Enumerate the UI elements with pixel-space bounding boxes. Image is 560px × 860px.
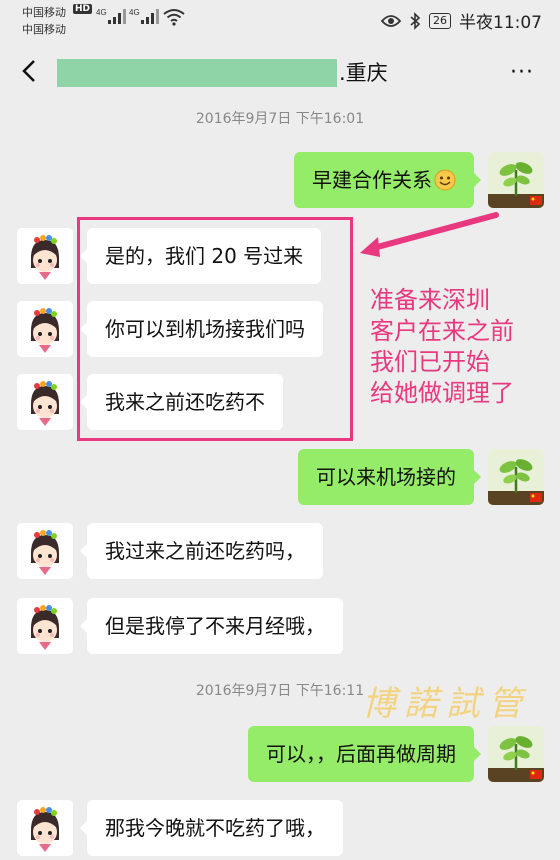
annotation-line: 我们已开始 bbox=[370, 348, 490, 376]
message-text: 但是我停了不来月经哦， bbox=[105, 614, 325, 638]
network-type-label: 4G bbox=[96, 8, 107, 17]
eye-icon bbox=[381, 14, 401, 27]
girl-avatar-icon bbox=[17, 523, 73, 579]
message-text: 早建合作关系 bbox=[312, 168, 432, 192]
girl-avatar-icon bbox=[17, 374, 73, 430]
contact-avatar[interactable] bbox=[17, 228, 73, 284]
message-text: 可以来机场接的 bbox=[316, 465, 456, 489]
contact-avatar[interactable] bbox=[17, 374, 73, 430]
chat-title: .重庆 bbox=[339, 61, 388, 85]
clock: 半夜11:07 bbox=[459, 13, 542, 33]
annotation-line: 给她做调理了 bbox=[370, 379, 514, 407]
received-message[interactable]: 那我今晚就不吃药了哦， bbox=[80, 800, 343, 856]
contact-avatar[interactable] bbox=[17, 598, 73, 654]
annotation-arrow-icon bbox=[360, 212, 499, 257]
my-avatar[interactable] bbox=[488, 152, 544, 208]
battery-icon: 26 bbox=[429, 12, 451, 29]
hd-badge: HD bbox=[73, 4, 93, 14]
timestamp: 2016年9月7日 下午16:01 bbox=[195, 111, 365, 127]
highlight-box bbox=[77, 217, 353, 441]
annotation-text: 准备来深圳 客户在来之前 我们已开始 给她做调理了 bbox=[370, 285, 514, 409]
carrier-label-2: 中国移动 bbox=[22, 23, 66, 36]
contact-avatar[interactable] bbox=[17, 800, 73, 856]
plant-avatar-icon bbox=[488, 449, 544, 505]
girl-avatar-icon bbox=[17, 800, 73, 856]
girl-avatar-icon bbox=[17, 228, 73, 284]
annotation-line: 客户在来之前 bbox=[370, 317, 514, 345]
annotation-line: 准备来深圳 bbox=[370, 286, 490, 314]
carrier-label: 中国移动 bbox=[22, 6, 66, 19]
status-bar: 中国移动 HD 中国移动 4G 4G 26 半夜11:07 bbox=[0, 0, 560, 40]
message-text: 我过来之前还吃药吗， bbox=[105, 539, 305, 563]
signal-icon-2: 4G bbox=[129, 8, 159, 24]
plant-avatar-icon bbox=[488, 726, 544, 782]
received-message[interactable]: 我过来之前还吃药吗， bbox=[80, 523, 323, 579]
message-text: 可以，，后面再做周期 bbox=[266, 742, 456, 766]
redacted-contact-name bbox=[57, 59, 337, 87]
network-type-label-2: 4G bbox=[129, 8, 140, 17]
my-avatar[interactable] bbox=[488, 449, 544, 505]
wifi-icon bbox=[163, 9, 185, 26]
my-avatar[interactable] bbox=[488, 726, 544, 782]
contact-avatar[interactable] bbox=[17, 301, 73, 357]
watermark-text: 博諾試管 bbox=[362, 684, 530, 724]
more-options-icon[interactable]: ··· bbox=[510, 62, 534, 84]
received-message[interactable]: 但是我停了不来月经哦， bbox=[80, 598, 343, 654]
chat-header: .重庆 ··· bbox=[0, 40, 560, 104]
sent-message[interactable]: 可以，，后面再做周期 bbox=[248, 726, 481, 782]
plant-avatar-icon bbox=[488, 152, 544, 208]
message-text: 那我今晚就不吃药了哦， bbox=[105, 816, 325, 840]
bluetooth-icon bbox=[410, 11, 421, 30]
girl-avatar-icon bbox=[17, 598, 73, 654]
girl-avatar-icon bbox=[17, 301, 73, 357]
contact-avatar[interactable] bbox=[17, 523, 73, 579]
back-arrow-icon[interactable] bbox=[14, 54, 48, 88]
smile-emoji-icon bbox=[434, 169, 456, 191]
signal-icon: 4G bbox=[96, 8, 126, 24]
sent-message[interactable]: 可以来机场接的 bbox=[298, 449, 481, 505]
sent-message[interactable]: 早建合作关系 bbox=[294, 152, 481, 208]
